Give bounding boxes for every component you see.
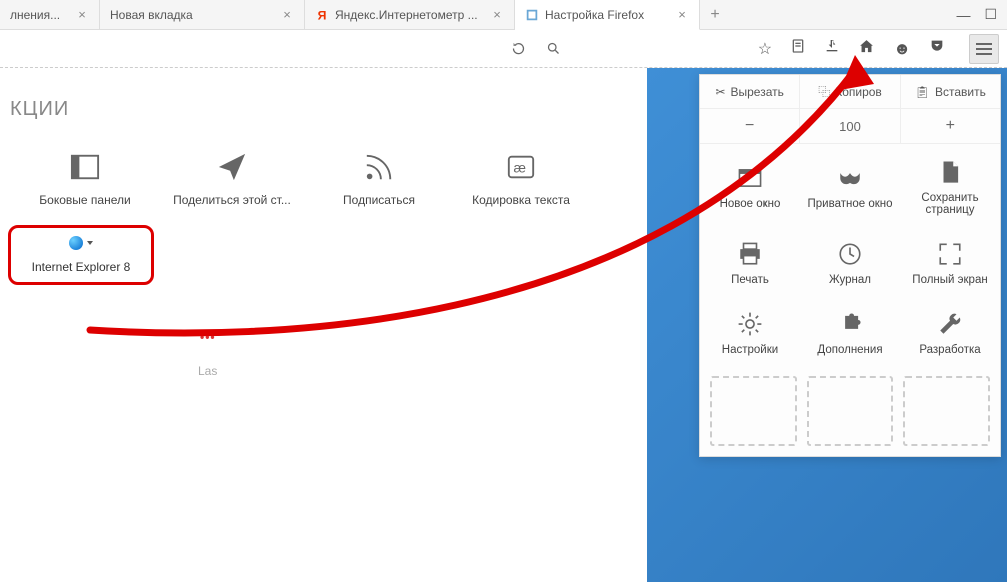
item-label: Подписаться [343, 193, 415, 207]
customize-item-share[interactable]: Поделиться этой ст... [162, 151, 302, 207]
window-icon [736, 164, 764, 192]
item-label: Поделиться этой ст... [173, 193, 291, 207]
tab-1[interactable]: Новая вкладка × [100, 0, 305, 29]
close-icon[interactable]: × [675, 8, 689, 22]
encoding-icon: æ [505, 151, 537, 183]
search-icon [546, 41, 561, 56]
nav-toolbar: ☆ ☻ [0, 30, 1007, 68]
history-button[interactable]: Журнал [800, 226, 900, 296]
tab-label: Яндекс.Интернетометр ... [335, 8, 484, 22]
bookmark-star-icon[interactable]: ☆ [758, 39, 772, 59]
customize-item-subscribe[interactable]: Подписаться [314, 151, 444, 207]
paste-button[interactable]: 📋︎Вставить [901, 75, 1000, 108]
rss-icon [363, 151, 395, 183]
tab-3[interactable]: Настройка Firefox × [515, 0, 700, 30]
ie-icon [69, 236, 93, 250]
main-area: КЦИИ Боковые панели Поделиться этой ст..… [0, 68, 1007, 582]
url-bar[interactable] [540, 36, 740, 62]
developer-button[interactable]: Разработка [900, 296, 1000, 366]
fullscreen-icon [936, 240, 964, 268]
tab-2[interactable]: Я Яндекс.Интернетометр ... × [305, 0, 515, 29]
cut-button[interactable]: ✂Вырезать [700, 75, 800, 108]
puzzle-icon [836, 310, 864, 338]
new-tab-button[interactable]: + [700, 0, 730, 29]
new-window-button[interactable]: Новое оҝно [700, 144, 800, 226]
hamburger-menu-panel: ✂Вырезать ⿻Копиров 📋︎Вставить − 100 + Но… [699, 74, 1001, 457]
clock-icon [836, 240, 864, 268]
panel-icon [69, 151, 101, 183]
tab-label: Настройка Firefox [545, 8, 669, 22]
hello-icon[interactable]: ☻ [893, 39, 911, 59]
addons-button[interactable]: Дополнения [800, 296, 900, 366]
zoom-in-button[interactable]: + [901, 109, 1000, 143]
reader-view-icon[interactable] [790, 38, 806, 59]
section-title: КЦИИ [10, 98, 627, 121]
svg-text:æ: æ [514, 160, 527, 176]
wrench-icon [936, 310, 964, 338]
drop-placeholders [700, 366, 1000, 456]
customize-panel: КЦИИ Боковые панели Поделиться этой ст..… [0, 68, 647, 582]
scissors-icon: ✂ [715, 85, 725, 99]
item-label: Internet Explorer 8 [32, 260, 131, 274]
item-label: Кодировка текста [472, 193, 570, 207]
private-window-button[interactable]: Приватное окно [800, 144, 900, 226]
ie8-item-highlighted[interactable]: Internet Explorer 8 [8, 225, 154, 285]
reload-button[interactable] [506, 36, 532, 62]
copy-icon: ⿻ [818, 83, 830, 100]
menu-drop-target: ✂Вырезать ⿻Копиров 📋︎Вставить − 100 + Но… [647, 68, 1007, 582]
tab-0[interactable]: лнения... × [0, 0, 100, 29]
window-controls: — ☐ [946, 0, 1007, 29]
clipboard-icon: 📋︎ [915, 85, 930, 99]
paper-plane-icon [216, 151, 248, 183]
download-icon[interactable] [824, 38, 840, 59]
copy-button[interactable]: ⿻Копиров [800, 75, 900, 108]
item-label: Боковые панели [39, 193, 130, 207]
pocket-icon[interactable] [929, 38, 945, 59]
close-icon[interactable]: × [280, 8, 294, 22]
tab-label: Новая вкладка [110, 8, 274, 22]
settings-button[interactable]: Настройки [700, 296, 800, 366]
customize-item-encoding[interactable]: æ Кодировка текста [456, 151, 586, 207]
gear-icon [736, 310, 764, 338]
yandex-favicon: Я [315, 8, 329, 22]
save-page-button[interactable]: Сохранить страницу [900, 144, 1000, 226]
empty-slot[interactable] [710, 376, 797, 446]
minimize-button[interactable]: — [956, 7, 970, 23]
close-icon[interactable]: × [75, 8, 89, 22]
empty-slot[interactable] [807, 376, 894, 446]
settings-favicon [525, 8, 539, 22]
lastpass-icon[interactable]: ••• [200, 330, 216, 344]
customize-item-side-panels[interactable]: Боковые панели [20, 151, 150, 207]
fullscreen-button[interactable]: Полный экран [900, 226, 1000, 296]
mask-icon [836, 164, 864, 192]
hamburger-menu-button[interactable] [969, 34, 999, 64]
printer-icon [736, 240, 764, 268]
file-icon [936, 158, 964, 186]
tab-label: лнения... [10, 8, 69, 22]
empty-slot[interactable] [903, 376, 990, 446]
close-icon[interactable]: × [490, 8, 504, 22]
svg-text:Я: Я [318, 8, 327, 22]
home-icon[interactable] [858, 38, 875, 60]
print-button[interactable]: Печать [700, 226, 800, 296]
maximize-button[interactable]: ☐ [984, 6, 997, 23]
zoom-out-button[interactable]: − [700, 109, 800, 143]
zoom-value: 100 [800, 109, 900, 143]
tab-strip: лнения... × Новая вкладка × Я Яндекс.Инт… [0, 0, 1007, 30]
partial-text: Las [198, 364, 217, 378]
